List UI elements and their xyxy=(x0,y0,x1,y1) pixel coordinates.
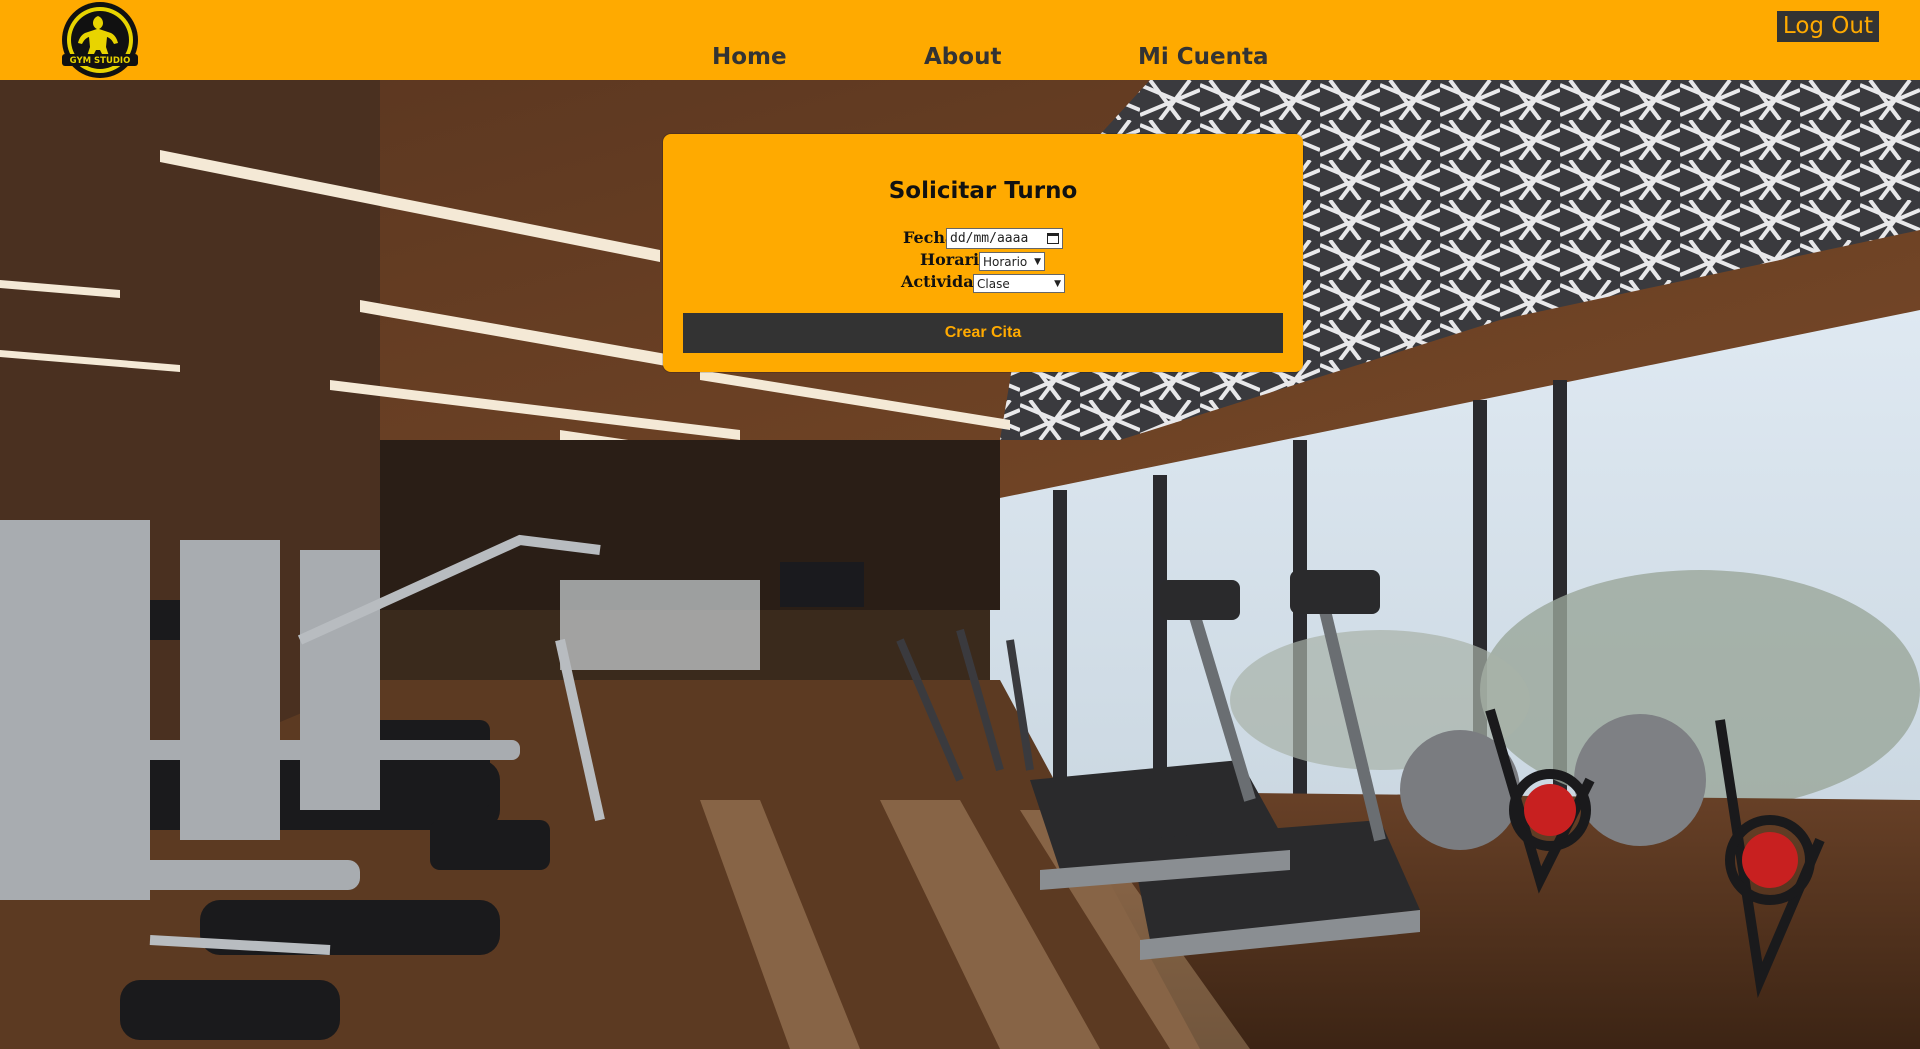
actividad-selected-value: Clase xyxy=(977,276,1010,291)
nav-mi-cuenta-link[interactable]: Mi Cuenta xyxy=(1138,44,1269,70)
calendar-icon[interactable] xyxy=(1047,233,1059,244)
nav-home-link[interactable]: Home xyxy=(712,44,787,70)
horario-select[interactable]: Horario ▼ xyxy=(979,252,1045,271)
form-title: Solicitar Turno xyxy=(888,178,1078,204)
fecha-placeholder: dd/mm/aaaa xyxy=(950,231,1029,246)
actividad-select[interactable]: Clase ▼ xyxy=(973,274,1065,293)
gym-studio-logo[interactable]: GYM STUDIO xyxy=(52,0,148,80)
top-header: GYM STUDIO Home About Mi Cuenta Log Out xyxy=(0,0,1920,80)
chevron-down-icon: ▼ xyxy=(1054,278,1061,289)
nav-about-link[interactable]: About xyxy=(924,44,1001,70)
logout-button[interactable]: Log Out xyxy=(1776,11,1879,42)
logo-text: GYM STUDIO xyxy=(70,56,131,66)
crear-cita-button[interactable]: Crear Cita xyxy=(683,313,1283,353)
chevron-down-icon: ▼ xyxy=(1034,256,1041,267)
horario-selected-value: Horario xyxy=(983,254,1028,269)
fecha-date-input[interactable]: dd/mm/aaaa xyxy=(946,228,1063,249)
